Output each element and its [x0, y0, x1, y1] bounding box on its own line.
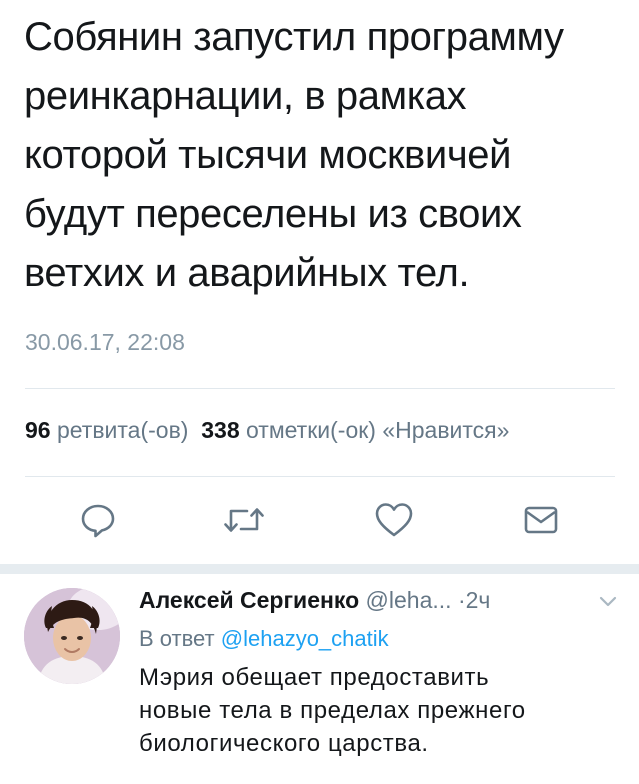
section-separator — [0, 564, 639, 574]
heart-icon — [375, 503, 413, 537]
reply-time[interactable]: 2ч — [466, 587, 491, 613]
tweet-text-line: Собянин запустил программу — [24, 15, 564, 59]
mention-link[interactable]: @lehazyo_chatik — [221, 626, 389, 651]
reply-text-line: новые тела в пределах прежнего — [139, 697, 526, 724]
reply-button[interactable] — [74, 496, 122, 544]
in-reply-prefix: В ответ — [139, 626, 215, 651]
divider — [25, 388, 615, 389]
likes-stat[interactable]: 338 отметки(-ок) «Нравится» — [201, 417, 509, 443]
in-reply-to: В ответ @lehazyo_chatik — [139, 624, 619, 654]
tweet-text-line: которой тысячи москвичей — [24, 133, 512, 177]
retweet-icon — [224, 508, 264, 532]
reply-icon — [81, 504, 115, 538]
reply-text: Мэрия обещает предоставить новые тела в … — [139, 661, 619, 760]
retweets-stat[interactable]: 96 ретвита(-ов) — [25, 417, 188, 443]
reply-content: Алексей Сергиенко @leha... ·2ч В ответ @… — [139, 584, 619, 760]
retweet-button[interactable] — [220, 496, 268, 544]
retweets-label: ретвита(-ов) — [56, 417, 189, 443]
author-name[interactable]: Алексей Сергиенко — [139, 587, 359, 613]
like-button[interactable] — [370, 496, 418, 544]
retweets-count: 96 — [25, 417, 51, 443]
tweet-timestamp[interactable]: 30.06.17, 22:08 — [25, 329, 185, 356]
avatar-image — [24, 588, 120, 684]
likes-label: отметки(-ок) «Нравится» — [246, 417, 510, 443]
envelope-icon — [524, 506, 558, 534]
likes-count: 338 — [201, 417, 240, 443]
author-handle[interactable]: @leha... — [366, 587, 452, 613]
tweet-text-line: реинкарнации, в рамках — [24, 74, 467, 118]
reply-tweet[interactable]: Алексей Сергиенко @leha... ·2ч В ответ @… — [0, 574, 639, 784]
avatar[interactable] — [24, 588, 120, 684]
tweet-text: Собянин запустил программу реинкарнации,… — [24, 8, 624, 303]
tweet-actions — [0, 496, 639, 544]
tweet-text-line: будут переселены из своих — [24, 192, 522, 236]
chevron-down-icon[interactable] — [597, 590, 619, 612]
tweet-text-line: ветхих и аварийных тел. — [24, 251, 470, 295]
reply-text-line: биологического царства. — [139, 730, 429, 757]
reply-text-line: Мэрия обещает предоставить — [139, 664, 490, 691]
separator-dot: · — [457, 587, 466, 613]
tweet-stats: 96 ретвита(-ов) 338 отметки(-ок) «Нравит… — [25, 417, 639, 444]
direct-message-button[interactable] — [517, 496, 565, 544]
divider — [25, 476, 615, 477]
reply-header: Алексей Сергиенко @leha... ·2ч — [139, 584, 619, 616]
